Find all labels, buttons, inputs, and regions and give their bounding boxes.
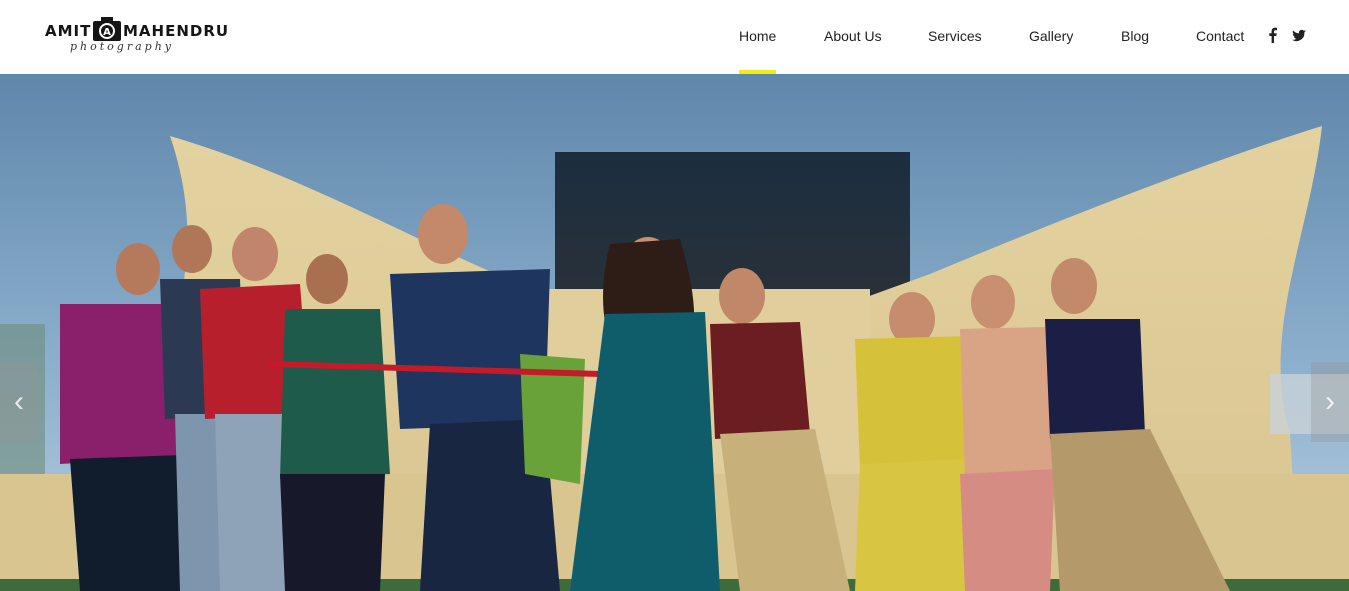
- nav-home[interactable]: Home: [739, 28, 777, 74]
- hero-image: [0, 74, 1349, 591]
- facebook-icon[interactable]: [1265, 26, 1281, 44]
- logo-word-left: AMIT: [45, 22, 92, 40]
- logo-script: photography: [70, 40, 174, 53]
- logo-monogram: A: [103, 27, 111, 38]
- nav-gallery[interactable]: Gallery: [1029, 28, 1073, 44]
- hero-slider: ‹ ›: [0, 74, 1349, 591]
- nav-blog[interactable]: Blog: [1121, 28, 1149, 44]
- site-header: AMIT A MAHENDRU photography Home About U…: [0, 0, 1349, 74]
- slider-next-button[interactable]: ›: [1311, 362, 1349, 442]
- chevron-right-icon: ›: [1325, 385, 1335, 418]
- chevron-left-icon: ‹: [14, 385, 24, 418]
- twitter-icon[interactable]: [1291, 26, 1307, 44]
- nav-services[interactable]: Services: [928, 28, 982, 44]
- nav-contact[interactable]: Contact: [1196, 28, 1244, 44]
- logo-word-right: MAHENDRU: [123, 22, 230, 40]
- camera-icon: A: [93, 17, 121, 41]
- site-logo[interactable]: AMIT A MAHENDRU photography: [44, 14, 228, 58]
- slider-prev-button[interactable]: ‹: [0, 362, 38, 442]
- nav-about-us[interactable]: About Us: [824, 28, 882, 44]
